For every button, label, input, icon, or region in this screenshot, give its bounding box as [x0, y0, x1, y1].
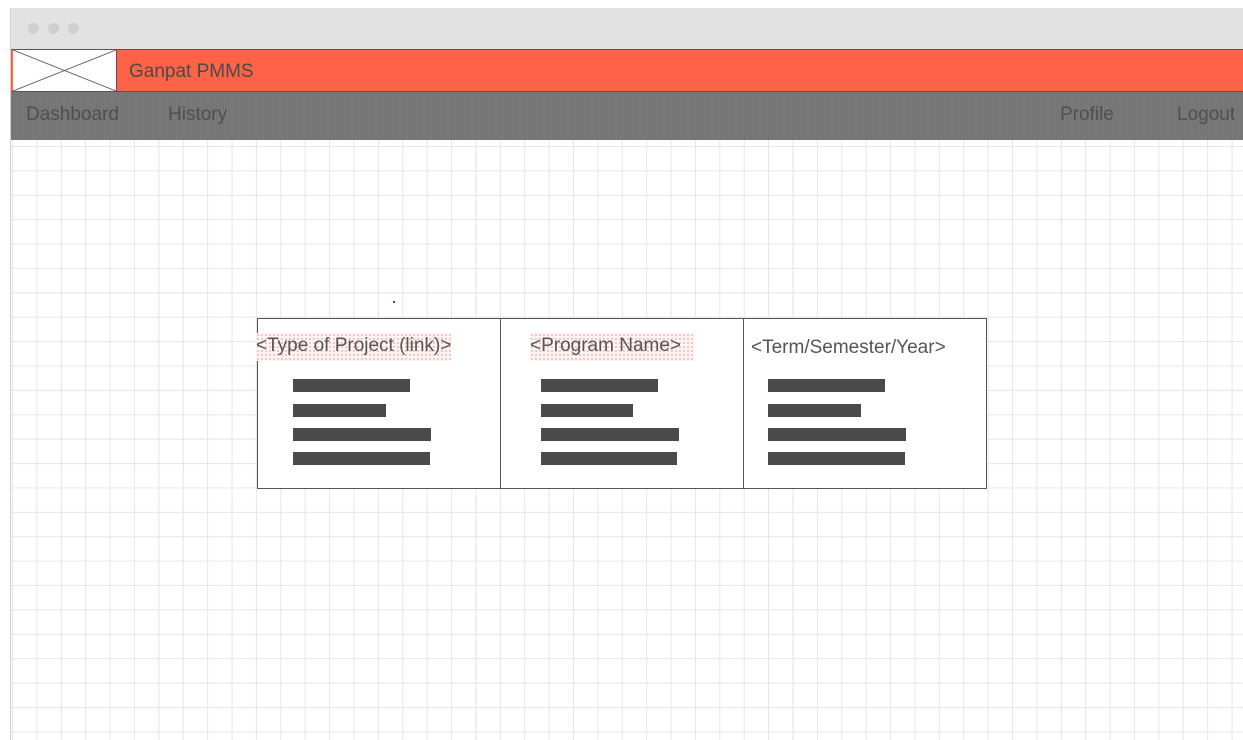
program-name-card[interactable]: <Program Name>: [500, 318, 744, 489]
program-name-link[interactable]: <Program Name>: [530, 333, 696, 361]
text-placeholder-bar: [768, 428, 906, 441]
term-label: <Term/Semester/Year>: [751, 337, 946, 358]
project-type-card[interactable]: <Type of Project (link)>: [256, 318, 501, 489]
text-placeholder-bar: [541, 404, 633, 417]
nav-item-history[interactable]: History: [168, 104, 227, 126]
close-dot[interactable]: [28, 23, 39, 34]
nav-item-dashboard[interactable]: Dashboard: [26, 104, 119, 126]
text-placeholder-bar: [768, 379, 885, 392]
text-placeholder-bar: [768, 452, 905, 465]
window-titlebar: [11, 8, 1243, 50]
nav-bar: Dashboard History Profile Logout: [11, 92, 1243, 140]
browser-window: Ganpat PMMS Dashboard History Profile Lo…: [10, 8, 1243, 740]
image-placeholder-icon: [13, 50, 117, 91]
text-placeholder-bar: [293, 404, 386, 417]
text-placeholder-bar: [293, 452, 430, 465]
content-area: <Type of Project (link)> <Program Name> …: [11, 140, 1243, 740]
app-header: Ganpat PMMS: [11, 49, 1243, 92]
card-row: <Type of Project (link)> <Program Name> …: [256, 318, 987, 489]
text-placeholder-bar: [541, 379, 658, 392]
minimize-dot[interactable]: [48, 23, 59, 34]
term-card: <Term/Semester/Year>: [743, 318, 987, 489]
nav-item-profile[interactable]: Profile: [1060, 104, 1114, 126]
text-placeholder-bar: [541, 428, 679, 441]
text-placeholder-bar: [293, 379, 410, 392]
text-placeholder-bar: [768, 404, 861, 417]
stray-dot: [393, 301, 395, 303]
text-placeholder-bar: [293, 428, 431, 441]
nav-item-logout[interactable]: Logout: [1177, 104, 1235, 126]
maximize-dot[interactable]: [68, 23, 79, 34]
text-placeholder-bar: [541, 452, 677, 465]
project-type-link[interactable]: <Type of Project (link)>: [256, 333, 452, 361]
app-title: Ganpat PMMS: [129, 61, 254, 82]
